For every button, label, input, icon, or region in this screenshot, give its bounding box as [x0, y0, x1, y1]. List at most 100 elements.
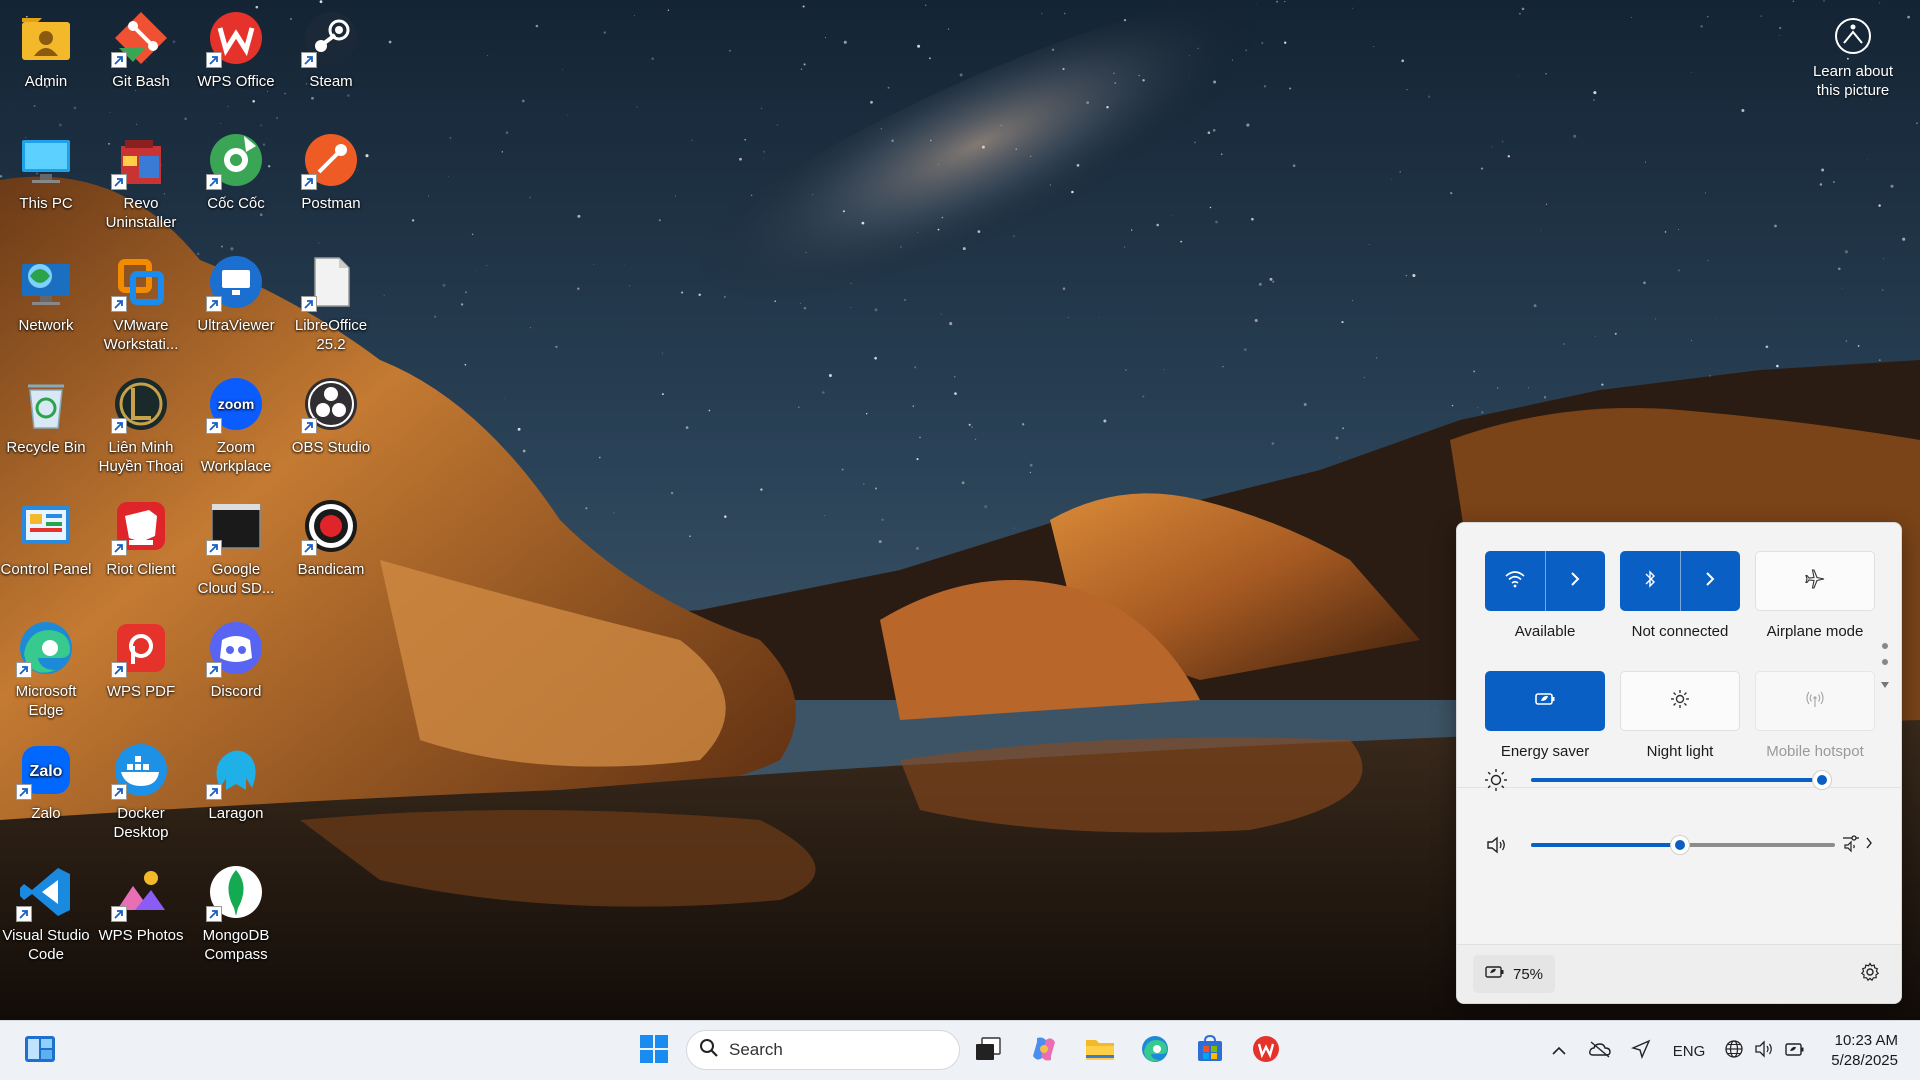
desktop-icon-google-cloud-sdk[interactable]: Google Cloud SD... — [190, 496, 282, 598]
night-light-button[interactable] — [1620, 671, 1740, 731]
night-light-label: Night light — [1646, 743, 1714, 760]
wps-office-icon — [206, 8, 266, 68]
shortcut-arrow-icon — [301, 540, 317, 556]
wps-office-taskbar-button[interactable] — [1246, 1031, 1286, 1071]
desktop-icon-label: MongoDB Compass — [202, 927, 270, 963]
desktop-icon-postman[interactable]: Postman — [285, 130, 377, 213]
desktop-icon-label: Postman — [301, 195, 361, 212]
search-placeholder: Search — [729, 1040, 783, 1059]
wifi-expand-button[interactable] — [1545, 551, 1605, 611]
onedrive-tray-button[interactable] — [1586, 1036, 1614, 1066]
desktop-icon-revo-uninstaller[interactable]: Revo Uninstaller — [95, 130, 187, 232]
night-light-icon — [1670, 689, 1690, 714]
energy-saver-label: Energy saver — [1500, 743, 1590, 760]
battery-button[interactable]: 75% — [1473, 955, 1556, 993]
desktop-icon-this-pc[interactable]: This PC — [0, 130, 92, 213]
desktop-icon-label: Microsoft Edge — [15, 683, 77, 719]
desktop-icon-vmware[interactable]: VMware Workstati... — [95, 252, 187, 354]
learn-about-label: Learn about this picture — [1812, 63, 1894, 99]
shortcut-arrow-icon — [206, 52, 222, 68]
desktop-icon-wps-office[interactable]: WPS Office — [190, 8, 282, 91]
desktop-icon-obs-studio[interactable]: OBS Studio — [285, 374, 377, 457]
taskbar: Search ENG 10:23 AM 5/28/2025 — [0, 1020, 1920, 1080]
energy-saver-button[interactable] — [1485, 671, 1605, 731]
edge-taskbar-button[interactable] — [1135, 1031, 1175, 1071]
tiles-pager[interactable] — [1881, 643, 1889, 693]
edge-icon — [1140, 1034, 1170, 1069]
brightness-slider[interactable] — [1531, 771, 1831, 789]
chevron-right-icon — [1865, 836, 1873, 854]
desktop-icon-zalo[interactable]: Zalo Zalo — [0, 740, 92, 823]
shortcut-arrow-icon — [206, 906, 222, 922]
copilot-taskbar-button[interactable] — [1024, 1031, 1064, 1071]
desktop-icon-label: Cốc Cốc — [207, 195, 265, 212]
volume-slider[interactable] — [1531, 836, 1835, 854]
desktop-icon-label: WPS Photos — [98, 927, 184, 944]
desktop-icon-riot-client[interactable]: Riot Client — [95, 496, 187, 579]
input-language-button[interactable]: ENG — [1668, 1036, 1710, 1066]
desktop-icon-zoom[interactable]: zoom Zoom Workplace — [190, 374, 282, 476]
desktop-icon-folder-user[interactable]: Admin — [0, 8, 92, 91]
desktop-icon-git-bash[interactable]: Git Bash — [95, 8, 187, 91]
wifi-icon — [1504, 570, 1526, 593]
desktop-icon-discord[interactable]: Discord — [190, 618, 282, 701]
desktop-icon-steam[interactable]: Steam — [285, 8, 377, 91]
desktop-icon-edge[interactable]: Microsoft Edge — [0, 618, 92, 720]
start-button[interactable] — [634, 1031, 674, 1071]
taskbar-clock[interactable]: 10:23 AM 5/28/2025 — [1831, 1031, 1898, 1071]
speaker-icon[interactable] — [1481, 830, 1511, 860]
ultraviewer-icon — [206, 252, 266, 312]
google-cloud-sdk-icon — [206, 496, 266, 556]
desktop-icon-docker[interactable]: Docker Desktop — [95, 740, 187, 842]
bluetooth-toggle-button[interactable] — [1620, 551, 1680, 611]
desktop-icon-lien-minh[interactable]: Liên Minh Huyền Thoại — [95, 374, 187, 476]
shortcut-arrow-icon — [301, 418, 317, 434]
location-tray-button[interactable] — [1627, 1036, 1655, 1066]
airplane-mode-button[interactable] — [1755, 551, 1875, 611]
svg-text:Zalo: Zalo — [30, 763, 63, 780]
desktop-icon-laragon[interactable]: Laragon — [190, 740, 282, 823]
desktop-icon-libreoffice[interactable]: LibreOffice 25.2 — [285, 252, 377, 354]
camera-lens-icon — [1831, 14, 1875, 58]
desktop-icon-mongodb-compass[interactable]: MongoDB Compass — [190, 862, 282, 964]
microsoft-store-taskbar-button[interactable] — [1190, 1031, 1230, 1071]
quick-settings-tray-button[interactable] — [1720, 1036, 1810, 1066]
taskbar-search-box[interactable]: Search — [686, 1030, 960, 1070]
desktop-icon-vscode[interactable]: Visual Studio Code — [0, 862, 92, 964]
windows-logo-icon — [639, 1034, 669, 1069]
desktop-icon-coc-coc[interactable]: Cốc Cốc — [190, 130, 282, 213]
desktop-icon-bandicam[interactable]: Bandicam — [285, 496, 377, 579]
desktop-icon-recycle-bin[interactable]: Recycle Bin — [0, 374, 92, 457]
desktop-icon-wps-pdf[interactable]: WPS PDF — [95, 618, 187, 701]
shortcut-arrow-icon — [301, 52, 317, 68]
volume-icon — [1754, 1040, 1774, 1062]
desktop-icon-ultraviewer[interactable]: UltraViewer — [190, 252, 282, 335]
brightness-slider-thumb[interactable] — [1813, 771, 1831, 789]
desktop-icon-network[interactable]: Network — [0, 252, 92, 335]
widgets-icon — [24, 1035, 56, 1068]
desktop-icon-control-panel[interactable]: Control Panel — [0, 496, 92, 579]
desktop-icon-wps-photos[interactable]: WPS Photos — [95, 862, 187, 945]
wps-photos-icon — [111, 862, 171, 922]
learn-about-picture[interactable]: Learn about this picture — [1808, 14, 1898, 100]
volume-slider-thumb[interactable] — [1671, 836, 1689, 854]
audio-output-button[interactable] — [1837, 830, 1877, 860]
desktop-icon-label: VMware Workstati... — [103, 317, 179, 353]
task-view-button[interactable] — [968, 1031, 1008, 1071]
bluetooth-expand-button[interactable] — [1680, 551, 1740, 611]
all-settings-button[interactable] — [1855, 959, 1885, 989]
widgets-button[interactable] — [20, 1031, 60, 1071]
pager-down-arrow-icon[interactable] — [1881, 675, 1889, 693]
shortcut-arrow-icon — [206, 418, 222, 434]
show-hidden-icons-button[interactable] — [1546, 1036, 1572, 1066]
shortcut-arrow-icon — [206, 540, 222, 556]
file-explorer-taskbar-button[interactable] — [1080, 1031, 1120, 1071]
wps-pdf-icon — [111, 618, 171, 678]
riot-client-icon — [111, 496, 171, 556]
onedrive-offline-icon — [1588, 1040, 1612, 1062]
mobile-hotspot-button[interactable] — [1755, 671, 1875, 731]
wifi-toggle-button[interactable] — [1485, 551, 1545, 611]
shortcut-arrow-icon — [16, 784, 32, 800]
battery-percentage: 75% — [1513, 965, 1544, 983]
shortcut-arrow-icon — [301, 174, 317, 190]
